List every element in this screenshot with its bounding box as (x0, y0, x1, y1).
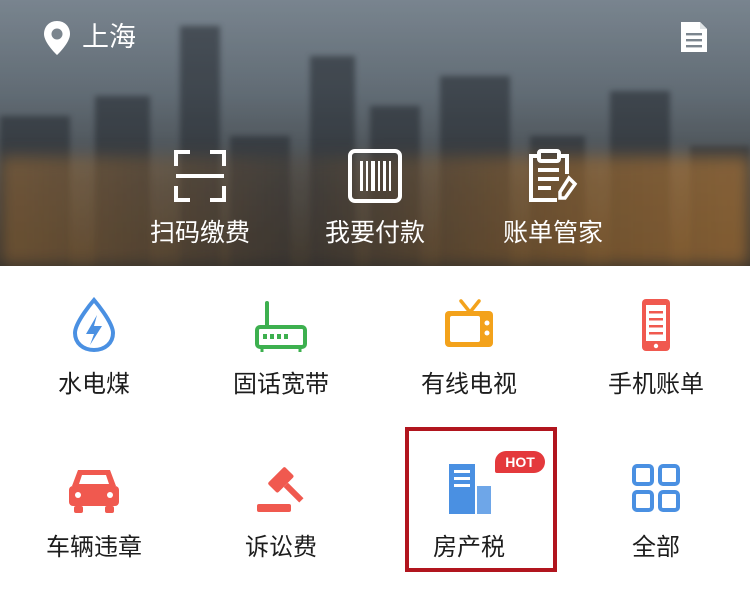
clipboard-pen-icon (529, 149, 578, 202)
barcode-icon (348, 149, 402, 203)
service-label: 有线电视 (421, 370, 517, 398)
service-broadband[interactable]: 固话宽带 (187, 297, 375, 427)
service-mobile-bill[interactable]: 手机账单 (562, 297, 750, 427)
service-label: 固话宽带 (233, 370, 329, 398)
gavel-icon (257, 467, 304, 512)
grid-icon (632, 464, 680, 512)
quick-action-label: 我要付款 (324, 218, 425, 247)
location-pin-icon[interactable] (42, 20, 72, 60)
scan-frame-icon (174, 150, 226, 202)
service-utilities[interactable]: 水电煤 (0, 297, 188, 427)
service-cable-tv[interactable]: 有线电视 (375, 297, 563, 427)
service-litigation-fee[interactable]: 诉讼费 (187, 460, 375, 590)
document-icon[interactable] (679, 20, 709, 58)
tv-icon (445, 299, 493, 347)
service-all[interactable]: 全部 (562, 460, 750, 590)
car-icon (69, 470, 119, 513)
service-label: 水电煤 (58, 370, 130, 398)
highlight-frame (405, 427, 557, 572)
service-label: 车辆违章 (46, 533, 142, 561)
water-drop-bolt-icon (72, 297, 116, 353)
service-label: 全部 (632, 533, 680, 561)
quick-action-label: 账单管家 (502, 218, 603, 247)
top-bar: 上海 (0, 0, 750, 80)
quick-action-label: 扫码缴费 (149, 218, 250, 247)
quick-action-pay[interactable]: 我要付款 (300, 148, 450, 260)
quick-action-scan-pay[interactable]: 扫码缴费 (125, 148, 275, 260)
service-label: 诉讼费 (245, 533, 317, 561)
service-traffic-violation[interactable]: 车辆违章 (0, 460, 188, 590)
city-selector[interactable]: 上海 (82, 18, 136, 58)
service-label: 手机账单 (608, 370, 704, 398)
mobile-phone-icon (642, 299, 670, 351)
router-icon (255, 301, 307, 352)
quick-action-bill-manager[interactable]: 账单管家 (478, 148, 628, 260)
